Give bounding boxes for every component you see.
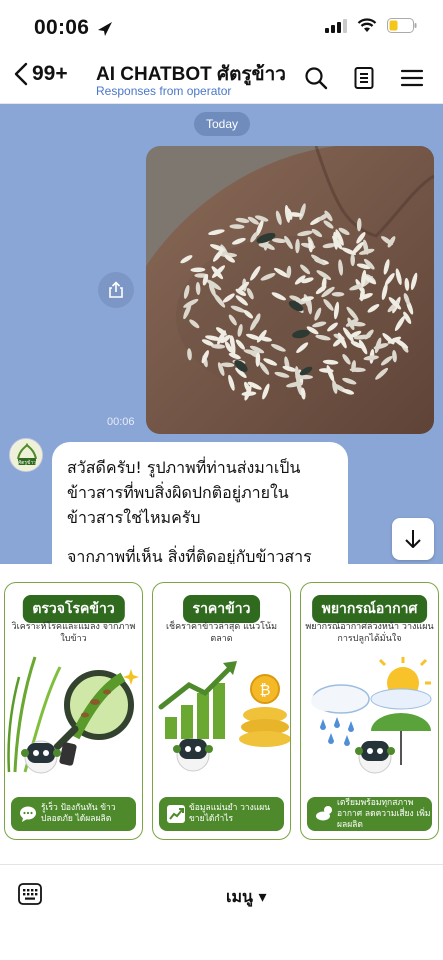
menu-toggle-button[interactable]: เมนู ▾ bbox=[226, 885, 267, 910]
share-button[interactable] bbox=[98, 272, 134, 308]
arrow-down-icon bbox=[405, 530, 421, 548]
cloud-sun-icon bbox=[316, 806, 332, 821]
unread-count: 99+ bbox=[32, 62, 68, 85]
chevron-left-icon bbox=[14, 62, 28, 86]
bottom-bar: เมนู ▾ bbox=[0, 864, 443, 960]
chat-area[interactable]: Today 00:06 ศัตรูข้าว สวัสดีครับ! รูปภาพ… bbox=[0, 104, 443, 564]
sent-photo-rice-grains[interactable] bbox=[146, 146, 434, 434]
bot-avatar[interactable]: ศัตรูข้าว bbox=[9, 438, 43, 472]
wifi-icon bbox=[357, 18, 377, 32]
back-button[interactable]: 99+ bbox=[14, 62, 68, 86]
avatar-label: ศัตรูข้าว bbox=[18, 459, 36, 466]
status-time: 00:06 bbox=[34, 16, 90, 39]
chat-subtitle: Responses from operator bbox=[96, 84, 232, 98]
chat-bubble-icon bbox=[20, 806, 36, 822]
card-footer: เตรียมพร้อมทุกสภาพอากาศ ลดความเสี่ยง เพิ… bbox=[307, 797, 432, 831]
card-weather-forecast[interactable]: พยากรณ์อากาศ พยากรณ์อากาศล่วงหน้า วางแผน… bbox=[300, 582, 439, 840]
card-description: พยากรณ์อากาศล่วงหน้า วางแผนการปลูกได้มั่… bbox=[305, 622, 434, 644]
image-timestamp: 00:06 bbox=[107, 416, 135, 428]
status-bar: 00:06 bbox=[0, 0, 443, 56]
share-icon bbox=[109, 281, 123, 298]
card-description: เช็คราคาข้าวล่าสุด แนวโน้มตลาด bbox=[165, 622, 278, 644]
rice-leaf-magnifier-illustration bbox=[7, 656, 139, 774]
trend-up-icon bbox=[167, 805, 185, 823]
battery-icon bbox=[387, 18, 417, 33]
bot-message-text: สวัสดีครับ! รูปภาพที่ท่านส่งมาเป็นข้าวสา… bbox=[67, 458, 301, 527]
card-footer: ข้อมูลแม่นยำ วางแผนขายได้กำไร bbox=[159, 797, 284, 831]
card-title: พยากรณ์อากาศ bbox=[311, 595, 428, 623]
card-rice-price[interactable]: ราคาข้าว เช็คราคาข้าวล่าสุด แนวโน้มตลาด … bbox=[152, 582, 291, 840]
card-description: วิเคราะห์โรคและแมลง จากภาพใบข้าว bbox=[11, 622, 136, 644]
chat-header: 99+ AI CHATBOT ศัตรูข้าว Responses from … bbox=[0, 56, 443, 104]
card-footer-text: รู้เร็ว ป้องกันทัน ข้าวปลอดภัย ได้ผลผลิต bbox=[41, 803, 116, 824]
date-divider: Today bbox=[194, 112, 250, 136]
price-chart-illustration: ₿ bbox=[158, 661, 290, 772]
scroll-to-bottom-button[interactable] bbox=[392, 518, 434, 560]
keyboard-icon[interactable] bbox=[18, 883, 42, 905]
card-footer-text: เตรียมพร้อมทุกสภาพอากาศ ลดความเสี่ยง เพิ… bbox=[337, 797, 431, 830]
card-footer: รู้เร็ว ป้องกันทัน ข้าวปลอดภัย ได้ผลผลิต bbox=[11, 797, 136, 831]
notes-icon[interactable] bbox=[352, 66, 376, 90]
weather-illustration bbox=[311, 657, 432, 774]
cellular-signal-icon bbox=[325, 18, 347, 33]
search-icon[interactable] bbox=[304, 66, 328, 90]
location-arrow-icon bbox=[98, 22, 112, 36]
bot-message-bubble[interactable]: สวัสดีครับ! รูปภาพที่ท่านส่งมาเป็นข้าวสา… bbox=[52, 442, 348, 564]
bot-message-text-continued: จากภาพที่เห็น สิ่งที่ติดอยู่กับข้าวสาร bbox=[67, 547, 312, 564]
svg-text:₿: ₿ bbox=[259, 681, 270, 699]
card-title: ราคาข้าว bbox=[182, 595, 261, 623]
card-disease-check[interactable]: ตรวจโรคข้าว วิเคราะห์โรคและแมลง จากภาพใบ… bbox=[4, 582, 143, 840]
card-footer-text: ข้อมูลแม่นยำ วางแผนขายได้กำไร bbox=[189, 803, 271, 824]
card-title: ตรวจโรคข้าว bbox=[22, 595, 125, 623]
rich-menu: ตรวจโรคข้าว วิเคราะห์โรคและแมลง จากภาพใบ… bbox=[0, 564, 443, 864]
hamburger-menu-icon[interactable] bbox=[400, 66, 424, 90]
